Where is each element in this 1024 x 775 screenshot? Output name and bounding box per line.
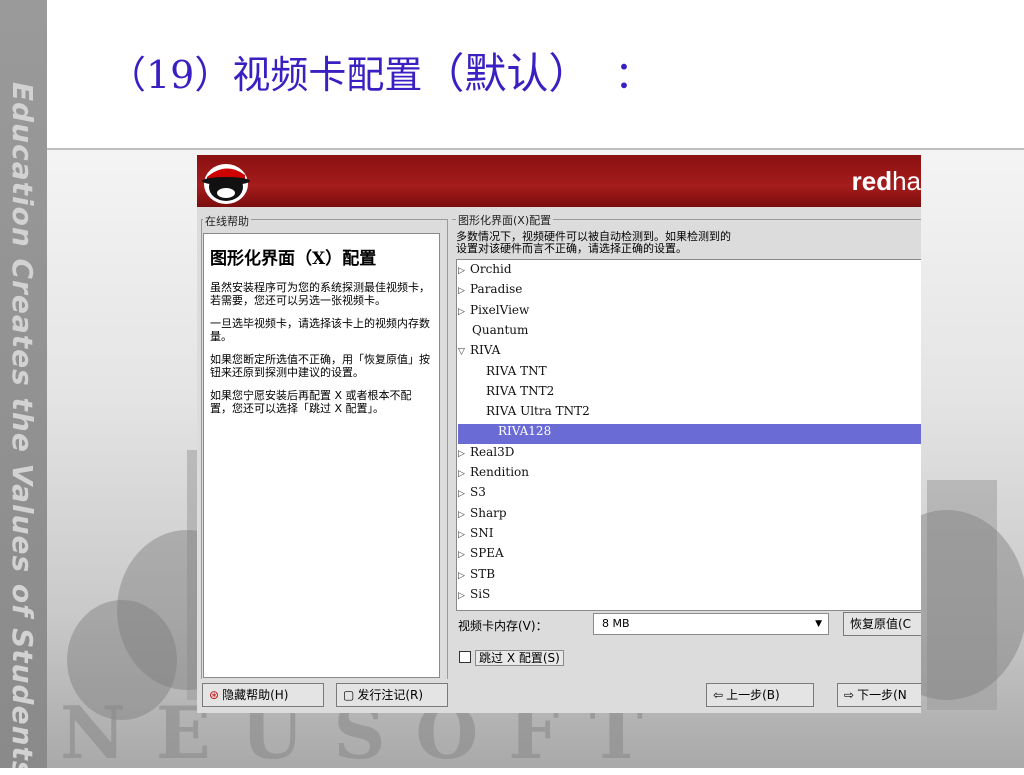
slide-title-colon: ： xyxy=(614,53,653,97)
expand-triangle-icon: ▷ xyxy=(458,590,465,601)
help-paragraph: 一旦选毕视频卡，请选择该卡上的视频内存数量。 xyxy=(210,317,430,343)
video-card-item[interactable]: ▷ SNI xyxy=(458,526,493,546)
expand-triangle-icon: ▷ xyxy=(458,448,465,459)
skip-x-config-checkbox[interactable]: 跳过 X 配置(S) xyxy=(459,649,564,666)
help-paragraph: 如果您断定所选值不正确，用「恢复原值」按钮来还原到探测中建议的设置。 xyxy=(210,353,430,379)
video-card-label: Quantum xyxy=(472,322,529,337)
video-card-item[interactable]: ▷ SiS xyxy=(458,587,490,607)
video-card-label: S3 xyxy=(470,485,486,500)
collapse-triangle-icon: ▽ xyxy=(458,347,465,358)
help-paragraph: 虽然安装程序可为您的系统探测最佳视频卡，若需要，您还可以另选一张视频卡。 xyxy=(210,281,430,307)
arrow-right-icon: ⇨ xyxy=(844,688,855,702)
hide-help-button[interactable]: ⊛ 隐藏帮助(H) xyxy=(202,683,324,707)
video-card-label: Sharp xyxy=(470,505,507,520)
slide-title-prefix: （19）视频卡配置 xyxy=(108,53,423,97)
video-card-label: RIVA Ultra TNT2 xyxy=(486,404,590,419)
back-button[interactable]: ⇦ 上一步(B) xyxy=(706,683,814,707)
dropdown-arrow-icon: ▼ xyxy=(815,619,822,629)
help-text-panel[interactable]: 图形化界面（X）配置 虽然安装程序可为您的系统探测最佳视频卡，若需要，您还可以另… xyxy=(203,233,440,678)
config-intro: 多数情况下，视频硬件可以被自动检测到。如果检测到的 设置对该硬件而言不正确，请选… xyxy=(456,230,731,255)
video-card-item[interactable]: ▷ Sharp xyxy=(458,506,507,526)
help-heading: 图形化界面（X）配置 xyxy=(210,249,377,269)
help-paragraph: 如果您宁愿安装后再配置 X 或者根本不配置，您还可以选择「跳过 X 配置」。 xyxy=(210,389,412,415)
video-card-list[interactable]: ▷ Orchid ▷ Paradise ▷ PixelView Quantum ▽ RIVA RI… xyxy=(456,259,921,611)
expand-triangle-icon: ▷ xyxy=(458,489,465,500)
video-card-item[interactable]: ▷ Rendition xyxy=(458,465,529,485)
shadowman-logo-icon xyxy=(202,164,250,204)
expand-triangle-icon: ▷ xyxy=(458,529,465,540)
video-card-label: Orchid xyxy=(470,262,512,276)
expand-triangle-icon: ▷ xyxy=(458,306,465,317)
video-card-label: Real3D xyxy=(470,444,515,459)
release-notes-button[interactable]: ▢ 发行注记(R) xyxy=(336,683,448,707)
video-card-item[interactable]: RIVA TNT2 xyxy=(458,384,554,404)
video-card-item[interactable]: ▽ RIVA xyxy=(458,343,500,363)
expand-triangle-icon: ▷ xyxy=(458,286,465,297)
video-card-label: Paradise xyxy=(470,282,523,297)
video-card-item[interactable]: RIVA Ultra TNT2 xyxy=(458,404,590,424)
expand-triangle-icon: ▷ xyxy=(458,509,465,520)
video-card-item[interactable]: ▷ SPEA xyxy=(458,546,504,566)
video-card-label: SPEA xyxy=(470,546,504,561)
lifebuoy-icon: ⊛ xyxy=(209,688,220,702)
config-frame-label: 图形化界面(X)配置 xyxy=(456,212,554,228)
video-card-item[interactable]: ▷ Real3D xyxy=(458,445,514,465)
video-card-item[interactable]: ▷ STB xyxy=(458,567,495,587)
video-card-label: SNI xyxy=(470,525,494,540)
video-card-label: STB xyxy=(470,566,496,581)
video-card-label: RIVA TNT2 xyxy=(486,383,555,398)
redhat-banner: redha xyxy=(197,155,921,207)
video-card-item[interactable]: Quantum xyxy=(458,323,528,343)
video-card-label: Rendition xyxy=(470,465,529,479)
expand-triangle-icon: ▷ xyxy=(458,469,465,479)
side-band: Education Creates the Values of Students xyxy=(0,0,47,768)
redhat-wordmark: redha xyxy=(851,166,921,196)
slide-title-suffix: （默认） xyxy=(422,49,591,98)
expand-triangle-icon: ▷ xyxy=(458,570,465,581)
video-memory-label: 视频卡内存(V)： xyxy=(458,619,548,633)
video-card-item[interactable]: RIVA TNT xyxy=(458,364,547,384)
arrow-left-icon: ⇦ xyxy=(713,688,724,702)
video-card-label: RIVA xyxy=(470,343,501,358)
side-watermark-text: Education Creates the Values of Students xyxy=(6,82,39,768)
next-button[interactable]: ⇨ 下一步(N xyxy=(837,683,921,707)
video-card-item[interactable]: ▷ Paradise xyxy=(458,282,522,302)
installer-window: redha 在线帮助 图形化界面（X）配置 虽然安装程序可为您的系统探测最佳视频… xyxy=(197,155,921,713)
video-memory-select[interactable]: 8 MB ▼ xyxy=(593,613,829,635)
expand-triangle-icon: ▷ xyxy=(458,550,465,561)
help-frame-label: 在线帮助 xyxy=(203,213,251,229)
restore-default-button[interactable]: 恢复原值(C xyxy=(843,612,921,636)
video-card-label: RIVA128 xyxy=(498,424,552,439)
video-card-item[interactable]: ▷ PixelView xyxy=(458,303,529,323)
video-card-label: RIVA TNT xyxy=(486,363,547,378)
checkbox-icon xyxy=(459,651,471,663)
video-card-item[interactable]: ▷ S3 xyxy=(458,485,486,505)
document-icon: ▢ xyxy=(343,688,355,702)
slide-title: （19）视频卡配置（默认） ： xyxy=(108,40,653,101)
video-card-label: PixelView xyxy=(470,302,530,317)
video-card-label: SiS xyxy=(470,586,491,601)
video-card-item[interactable]: ▷ Orchid xyxy=(458,262,512,282)
expand-triangle-icon: ▷ xyxy=(458,266,465,276)
video-card-item[interactable]: RIVA128 xyxy=(458,424,921,445)
